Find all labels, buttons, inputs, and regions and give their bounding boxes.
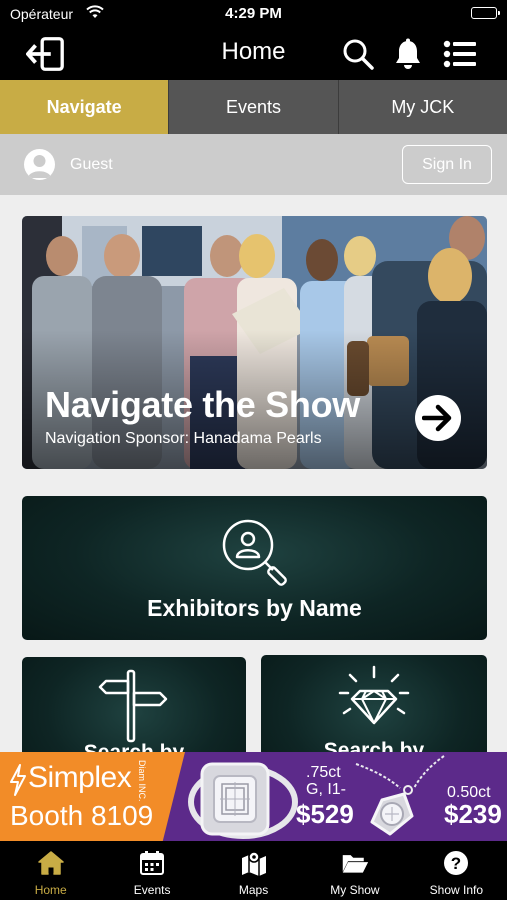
ad-item2-price: $239 <box>444 799 502 829</box>
search-by-category-card[interactable]: Search by <box>22 657 246 752</box>
map-icon <box>240 849 268 877</box>
tab-home[interactable]: Home <box>0 841 101 900</box>
guest-bar: Guest Sign In <box>0 134 507 195</box>
diamond-icon <box>336 663 412 740</box>
calendar-icon <box>138 849 166 877</box>
battery-icon <box>471 7 500 19</box>
tab-events-label: Events <box>133 883 171 897</box>
ad-item1-price: $529 <box>296 799 354 829</box>
search-icon[interactable] <box>338 34 378 74</box>
ring-image <box>188 762 298 839</box>
search-by-label-2: Search by <box>323 739 425 752</box>
ad-item1-carat: .75ct <box>306 764 341 781</box>
sponsor-ad-banner[interactable]: Simplex Diam INC. Booth 8109 .75ct G, I1… <box>0 752 507 841</box>
guest-name: Guest <box>70 156 113 173</box>
question-icon: ? <box>442 849 470 877</box>
page-title: Home <box>221 38 286 65</box>
tab-my-show-label: My Show <box>330 883 380 897</box>
ad-booth: Booth 8109 <box>10 800 154 831</box>
tab-show-info[interactable]: ? Show Info <box>406 841 507 900</box>
tab-my-jck[interactable]: My JCK <box>337 80 507 134</box>
tab-my-show[interactable]: My Show <box>304 841 405 900</box>
search-by-product-card[interactable]: Search by <box>261 655 487 752</box>
tab-home-label: Home <box>34 883 67 897</box>
tab-maps[interactable]: Maps <box>203 841 304 900</box>
home-content[interactable]: Navigate the Show Navigation Sponsor: Ha… <box>0 195 507 752</box>
exhibitors-by-name-card[interactable]: Exhibitors by Name <box>22 496 487 640</box>
bottom-tab-bar: Home Events Maps My Show ? Show Info <box>0 841 507 900</box>
sign-in-button[interactable]: Sign In <box>402 145 492 184</box>
search-person-icon <box>217 515 293 592</box>
ad-brand-sub: Diam INC. <box>137 760 147 802</box>
search-by-label-1: Search by <box>22 741 246 752</box>
home-icon <box>37 849 65 877</box>
pendant-image <box>355 755 445 836</box>
hero-sponsor: Navigation Sponsor: Hanadama Pearls <box>45 430 322 447</box>
exhibitors-label: Exhibitors by Name <box>147 595 362 621</box>
tab-events-bottom[interactable]: Events <box>101 841 202 900</box>
svg-text:?: ? <box>451 854 461 873</box>
hero-title: Navigate the Show <box>45 384 360 425</box>
clock-time: 4:29 PM <box>225 5 282 22</box>
tab-show-info-label: Show Info <box>429 883 484 897</box>
navigate-show-card[interactable]: Navigate the Show Navigation Sponsor: Ha… <box>22 216 487 469</box>
avatar <box>24 149 55 180</box>
tab-navigate[interactable]: Navigate <box>0 80 169 134</box>
tab-events[interactable]: Events <box>168 80 338 134</box>
ad-item1-spec: .75ct G, I1- <box>306 764 346 798</box>
ad-item1-grade: G, I1- <box>306 781 347 798</box>
lightning-icon <box>10 764 26 796</box>
status-bar: Opérateur 4:29 PM <box>0 0 507 26</box>
segment-tabs: Navigate Events My JCK <box>0 80 507 134</box>
list-menu-icon[interactable] <box>440 34 480 74</box>
tab-maps-label: Maps <box>238 883 269 897</box>
folder-icon <box>341 849 369 877</box>
arrow-right-icon[interactable] <box>415 395 461 441</box>
nav-bar: Home <box>0 26 507 80</box>
ad-brand: Simplex <box>28 761 132 794</box>
bell-icon[interactable] <box>388 34 428 74</box>
signpost-icon <box>98 667 172 748</box>
